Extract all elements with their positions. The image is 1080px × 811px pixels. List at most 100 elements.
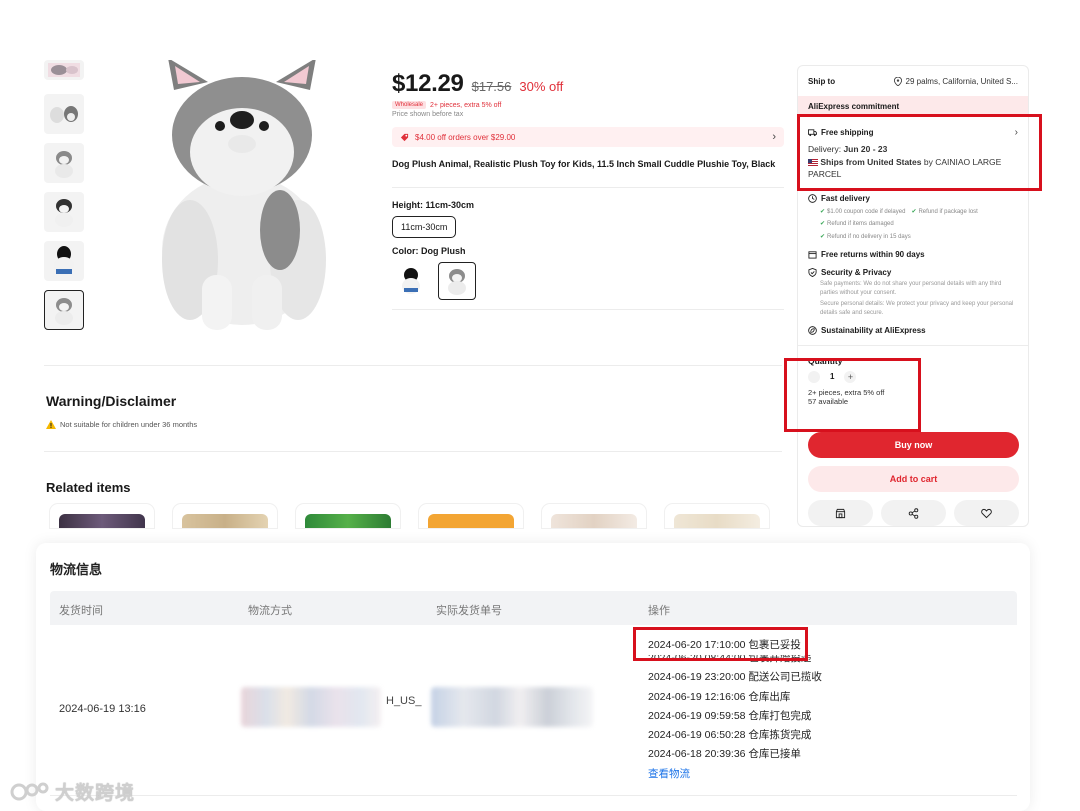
purchase-panel: Ship to 29 palms, California, United S..…: [797, 65, 1029, 527]
blurred-shipping-method: [241, 687, 381, 727]
logistics-table-header: 发货时间 物流方式 实际发货单号 操作: [50, 591, 1017, 625]
free-returns-label: Free returns within 90 days: [821, 249, 925, 259]
aliexpress-commitment: AliExpress commitment: [798, 96, 1028, 116]
free-returns-row[interactable]: Free returns within 90 days: [798, 250, 1028, 259]
watermark-logo-icon: [10, 782, 49, 800]
chevron-right-icon: ›: [772, 131, 776, 143]
tracking-event: 2024-06-19 12:16:06 仓库出库: [648, 690, 791, 703]
color-option-black-plush[interactable]: [392, 262, 430, 300]
ships-from-country: United States: [867, 157, 922, 167]
check-icon: ✔: [911, 208, 917, 215]
clock-icon: [808, 193, 817, 203]
thumbnail-4[interactable]: [44, 192, 84, 232]
plush-thumb-icon: [48, 63, 80, 77]
tracking-event: 2024-06-19 06:50:28 仓库拣货完成: [648, 729, 812, 742]
blurred-tracking-number: [431, 687, 593, 727]
divider: [50, 795, 1017, 796]
related-item-card[interactable]: [173, 504, 277, 528]
free-shipping-section[interactable]: Free shipping › Delivery: Jun 20 - 23 Sh…: [798, 127, 1028, 181]
thumbnail-2[interactable]: [44, 94, 84, 134]
guarantee-item: ✔ Refund if items damaged: [820, 221, 894, 228]
related-item-card[interactable]: [665, 504, 769, 528]
delivery-dates: Jun 20 - 23: [843, 144, 888, 154]
height-label: Height: 11cm-30cm: [392, 199, 475, 210]
related-item-card[interactable]: [542, 504, 646, 528]
quantity-increase-button[interactable]: +: [844, 370, 857, 383]
coupon-bar[interactable]: $4.00 off orders over $29.00 ›: [392, 127, 784, 147]
logistics-card: 物流信息 发货时间 物流方式 实际发货单号 操作 2024-06-19 13:1…: [36, 543, 1030, 811]
product-main-image[interactable]: [130, 60, 350, 340]
add-to-cart-button[interactable]: Add to cart: [808, 466, 1019, 492]
section-divider: [44, 365, 782, 366]
store-icon: [835, 508, 846, 518]
warning-icon: [46, 420, 56, 429]
quantity-value[interactable]: 1: [830, 372, 834, 381]
column-actions: 操作: [648, 605, 670, 617]
sustainability-row[interactable]: Sustainability at AliExpress: [798, 326, 1028, 335]
section-divider: [44, 451, 782, 452]
tracking-event: 2024-06-19 23:20:00 配送公司已揽收: [648, 671, 822, 684]
color-label: Color: Dog Plush: [392, 245, 466, 256]
location-pin-icon: [893, 76, 902, 86]
tracking-event: 2024-06-19 09:59:58 仓库打包完成: [648, 709, 812, 722]
truck-icon: [808, 129, 817, 137]
ships-from-prefix: Ships from: [820, 157, 865, 167]
coupon-tag-icon: [400, 133, 409, 141]
related-item-card[interactable]: [419, 504, 523, 528]
store-button[interactable]: [808, 500, 873, 526]
plush-thumb-icon: [55, 151, 73, 178]
ship-to-row[interactable]: Ship to 29 palms, California, United S..…: [798, 66, 1028, 96]
buy-now-button[interactable]: Buy now: [808, 432, 1019, 458]
watermark-text: 大数跨境: [55, 783, 136, 804]
security-label: Security & Privacy: [821, 267, 892, 277]
related-item-card[interactable]: [50, 504, 154, 528]
ships-from: Ships from United States by CAINIAO LARG…: [808, 157, 1018, 181]
wholesale-row: Wholesale 2+ pieces, extra 5% off: [392, 101, 784, 109]
ship-to-label: Ship to: [808, 76, 836, 86]
height-option-chip[interactable]: 11cm-30cm: [392, 215, 457, 238]
related-items-title: Related items: [46, 480, 131, 495]
fast-delivery-section: Fast delivery ✔ $1.00 coupon code if dela…: [798, 194, 1028, 244]
plush-swatch-icon: [448, 268, 466, 295]
wishlist-button[interactable]: [954, 500, 1019, 526]
price-row: $12.29 $17.56 30% off: [392, 70, 784, 98]
chevron-right-icon: ›: [1014, 127, 1018, 138]
free-shipping-label: Free shipping: [821, 128, 874, 137]
logistics-title: 物流信息: [50, 562, 103, 577]
tracking-event: 2024-06-20 17:10:00 包裹已妥投: [648, 639, 801, 651]
tracking-event: 2024-06-20 08:44:00 包裹开始投递: [648, 655, 812, 665]
wholesale-tag: Wholesale: [392, 101, 427, 109]
us-flag-icon: [808, 159, 818, 167]
panel-action-icons: [808, 500, 1019, 526]
thumbnail-3[interactable]: [44, 143, 84, 183]
thumbnail-strip: [44, 60, 86, 339]
column-tracking-number: 实际发货单号: [436, 605, 502, 617]
heart-icon: [981, 508, 992, 518]
thumbnail-5[interactable]: [44, 241, 84, 281]
return-box-icon: [808, 250, 817, 259]
thumbnail-6-selected[interactable]: [44, 290, 84, 330]
thumbnail-1[interactable]: [44, 60, 84, 80]
leaf-icon: [808, 325, 817, 335]
color-option-dog-plush-selected[interactable]: [438, 261, 476, 300]
related-item-card[interactable]: [296, 504, 400, 528]
view-tracking-link[interactable]: 查看物流: [648, 765, 822, 783]
plush-thumb-icon: [55, 199, 73, 227]
divider: [392, 186, 784, 188]
tax-note: Price shown before tax: [392, 111, 464, 118]
check-icon: ✔: [820, 208, 826, 215]
tracking-event: 2024-06-18 20:39:36 仓库已接单: [648, 748, 801, 761]
plush-swatch-icon: [402, 267, 420, 294]
delivery-estimate: Delivery: Jun 20 - 23: [808, 144, 1018, 154]
quantity-decrease-button[interactable]: -: [808, 370, 820, 383]
discount-label: 30% off: [519, 79, 564, 94]
ship-time-value: 2024-06-19 13:16: [59, 703, 146, 715]
security-privacy-section[interactable]: Security & Privacy Safe payments: We do …: [798, 267, 1028, 318]
check-icon: ✔: [820, 221, 826, 228]
sustainability-label: Sustainability at AliExpress: [821, 325, 926, 335]
column-shipping-method: 物流方式: [248, 605, 292, 617]
share-button[interactable]: [881, 500, 946, 526]
guarantee-item: ✔ $1.00 coupon code if delayed: [820, 208, 906, 215]
available-stock: 57 available: [808, 397, 849, 407]
color-options: [392, 261, 784, 300]
